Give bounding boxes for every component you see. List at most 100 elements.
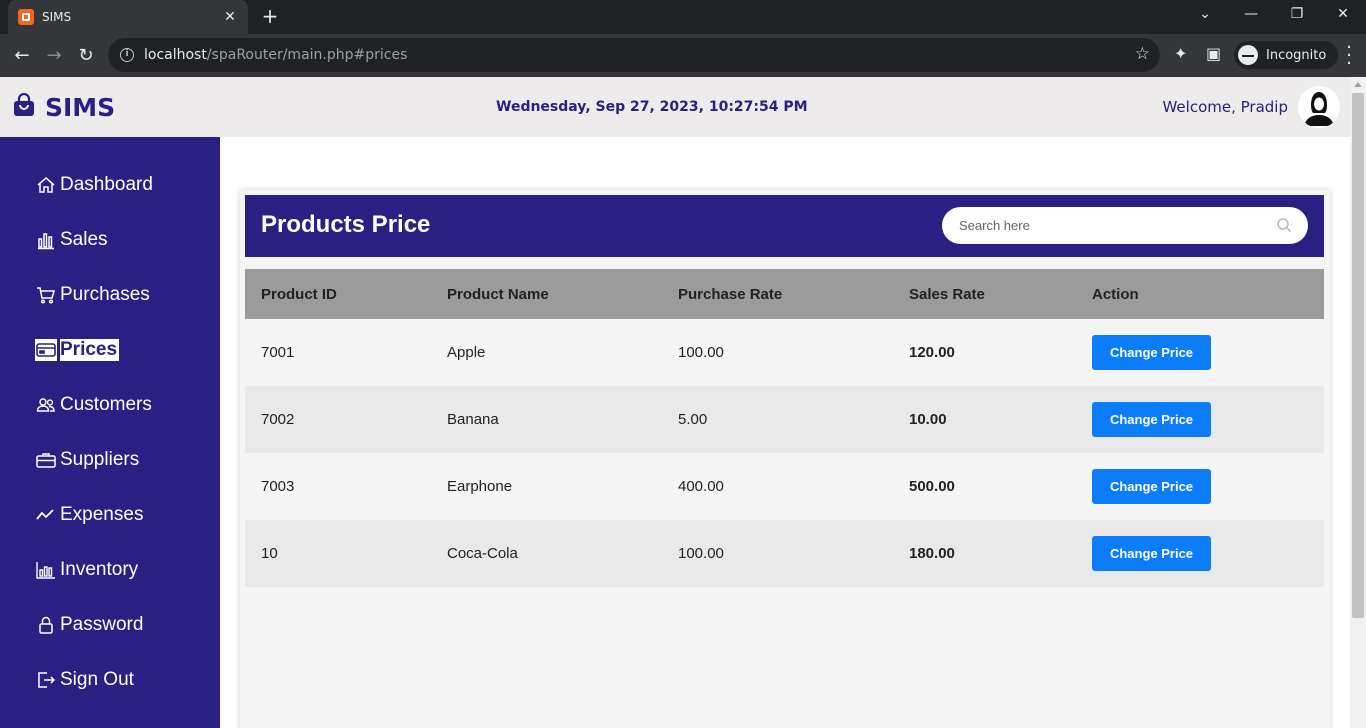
close-window-icon[interactable]: ✕ — [1333, 6, 1353, 22]
sidebar-item-label: Purchases — [60, 284, 150, 305]
people-icon — [36, 398, 55, 412]
bar-chart-icon — [38, 233, 54, 250]
prices-table: Product ID Product Name Purchase Rate Sa… — [245, 269, 1324, 587]
browser-menu-icon[interactable]: · · · — [1344, 39, 1354, 73]
sidebar-item-expenses[interactable]: Expenses — [35, 500, 143, 530]
column-header: Product Name — [431, 269, 662, 319]
sidebar-item-label: Suppliers — [60, 449, 140, 470]
incognito-badge[interactable]: Incognito — [1234, 41, 1339, 69]
sidebar-item-label: Prices — [60, 339, 120, 361]
products-price-card: Products Price Product ID Product Name P… — [240, 190, 1330, 728]
xampp-favicon-icon — [18, 9, 34, 25]
incognito-label: Incognito — [1266, 47, 1327, 63]
sidebar-item-label: Password — [60, 614, 144, 635]
product-id: 7001 — [245, 319, 431, 386]
sales-rate: 10.00 — [893, 386, 1076, 453]
sidebar-item-label: Inventory — [60, 559, 139, 580]
table-row: 7001 Apple 100.00 120.00 Change Price — [245, 319, 1324, 386]
page-title: Products Price — [261, 211, 431, 238]
action-cell: Change Price — [1076, 520, 1324, 587]
sign-out-icon — [38, 672, 56, 688]
tab-search-chevron-icon[interactable]: ⌄ — [1195, 6, 1215, 22]
close-tab-icon[interactable]: ✕ — [222, 9, 238, 25]
sales-rate: 180.00 — [893, 520, 1076, 587]
cart-icon — [37, 287, 55, 304]
shopping-bag-icon — [14, 93, 34, 116]
app-header: SIMS Wednesday, Sep 27, 2023, 10:27:54 P… — [0, 77, 1350, 137]
side-panel-icon[interactable]: ▣ — [1206, 44, 1221, 63]
bookmark-star-icon[interactable]: ☆ — [1135, 44, 1150, 64]
welcome-text: Welcome, Pradip — [1162, 98, 1288, 116]
site-info-icon[interactable]: i — [120, 48, 134, 62]
credit-card-icon — [35, 339, 57, 361]
sidebar-item-label: Expenses — [60, 504, 144, 525]
sidebar-item-password[interactable]: Password — [35, 610, 143, 640]
scroll-up-arrow-icon[interactable] — [1354, 82, 1362, 87]
briefcase-icon — [36, 453, 56, 468]
inventory-chart-icon — [36, 562, 55, 579]
current-datetime: Wednesday, Sep 27, 2023, 10:27:54 PM — [496, 99, 808, 115]
purchase-rate: 5.00 — [662, 386, 893, 453]
card-header: Products Price — [245, 195, 1324, 257]
change-price-button[interactable]: Change Price — [1092, 469, 1211, 504]
product-name: Apple — [431, 319, 662, 386]
scroll-thumb[interactable] — [1352, 93, 1364, 618]
graph-up-icon — [36, 509, 54, 520]
change-price-button[interactable]: Change Price — [1092, 536, 1211, 571]
product-name: Earphone — [431, 453, 662, 520]
sidebar-item-sign-out[interactable]: Sign Out — [35, 665, 134, 695]
browser-tab-bar: SIMS ✕ + ⌄ — ❐ ✕ — [0, 0, 1366, 34]
change-price-button[interactable]: Change Price — [1092, 402, 1211, 437]
table-row: 7003 Earphone 400.00 500.00 Change Price — [245, 453, 1324, 520]
search-icon[interactable] — [1276, 217, 1292, 233]
product-id: 10 — [245, 520, 431, 587]
sidebar-item-suppliers[interactable]: Suppliers — [35, 445, 139, 475]
table-header-row: Product ID Product Name Purchase Rate Sa… — [245, 269, 1324, 319]
extensions-puzzle-icon[interactable]: ✦ — [1174, 44, 1187, 63]
new-tab-icon[interactable]: + — [260, 5, 280, 27]
purchase-rate: 400.00 — [662, 453, 893, 520]
table-row: 7002 Banana 5.00 10.00 Change Price — [245, 386, 1324, 453]
incognito-icon — [1238, 45, 1258, 65]
sidebar-item-customers[interactable]: Customers — [35, 390, 152, 420]
column-header: Purchase Rate — [662, 269, 893, 319]
sidebar-item-sales[interactable]: Sales — [35, 225, 108, 255]
page-scrollbar[interactable] — [1350, 77, 1366, 728]
sidebar-item-inventory[interactable]: Inventory — [35, 555, 138, 585]
search-input[interactable] — [942, 207, 1308, 244]
sidebar: Dashboard Sales Purchases Prices Custome… — [0, 137, 220, 728]
change-price-button[interactable]: Change Price — [1092, 335, 1211, 370]
restore-icon[interactable]: ❐ — [1287, 6, 1307, 22]
column-header: Product ID — [245, 269, 431, 319]
sidebar-item-label: Sign Out — [60, 669, 134, 690]
sales-rate: 120.00 — [893, 319, 1076, 386]
back-icon[interactable]: ← — [10, 44, 34, 68]
action-cell: Change Price — [1076, 453, 1324, 520]
sidebar-item-label: Sales — [60, 229, 108, 250]
browser-tab[interactable]: SIMS ✕ — [8, 0, 248, 34]
sidebar-item-prices[interactable]: Prices — [35, 335, 120, 365]
tab-title: SIMS — [42, 10, 72, 24]
reload-icon[interactable]: ↻ — [74, 44, 98, 68]
forward-icon[interactable]: → — [42, 44, 66, 68]
sidebar-item-label: Dashboard — [60, 174, 153, 195]
purchase-rate: 100.00 — [662, 319, 893, 386]
action-cell: Change Price — [1076, 386, 1324, 453]
home-icon — [37, 177, 55, 193]
product-name: Coca-Cola — [431, 520, 662, 587]
address-bar[interactable]: i localhost/spaRouter/main.php#prices ☆ — [108, 38, 1160, 72]
sidebar-item-label: Customers — [60, 394, 152, 415]
product-name: Banana — [431, 386, 662, 453]
app-logo[interactable]: SIMS — [45, 93, 115, 122]
purchase-rate: 100.00 — [662, 520, 893, 587]
avatar[interactable] — [1298, 86, 1340, 128]
sidebar-item-dashboard[interactable]: Dashboard — [35, 170, 153, 200]
product-id: 7002 — [245, 386, 431, 453]
sales-rate: 500.00 — [893, 453, 1076, 520]
lock-icon — [39, 616, 53, 634]
minimize-icon[interactable]: — — [1241, 6, 1261, 22]
action-cell: Change Price — [1076, 319, 1324, 386]
browser-toolbar: ← → ↻ i localhost/spaRouter/main.php#pri… — [0, 34, 1366, 77]
product-id: 7003 — [245, 453, 431, 520]
sidebar-item-purchases[interactable]: Purchases — [35, 280, 150, 310]
